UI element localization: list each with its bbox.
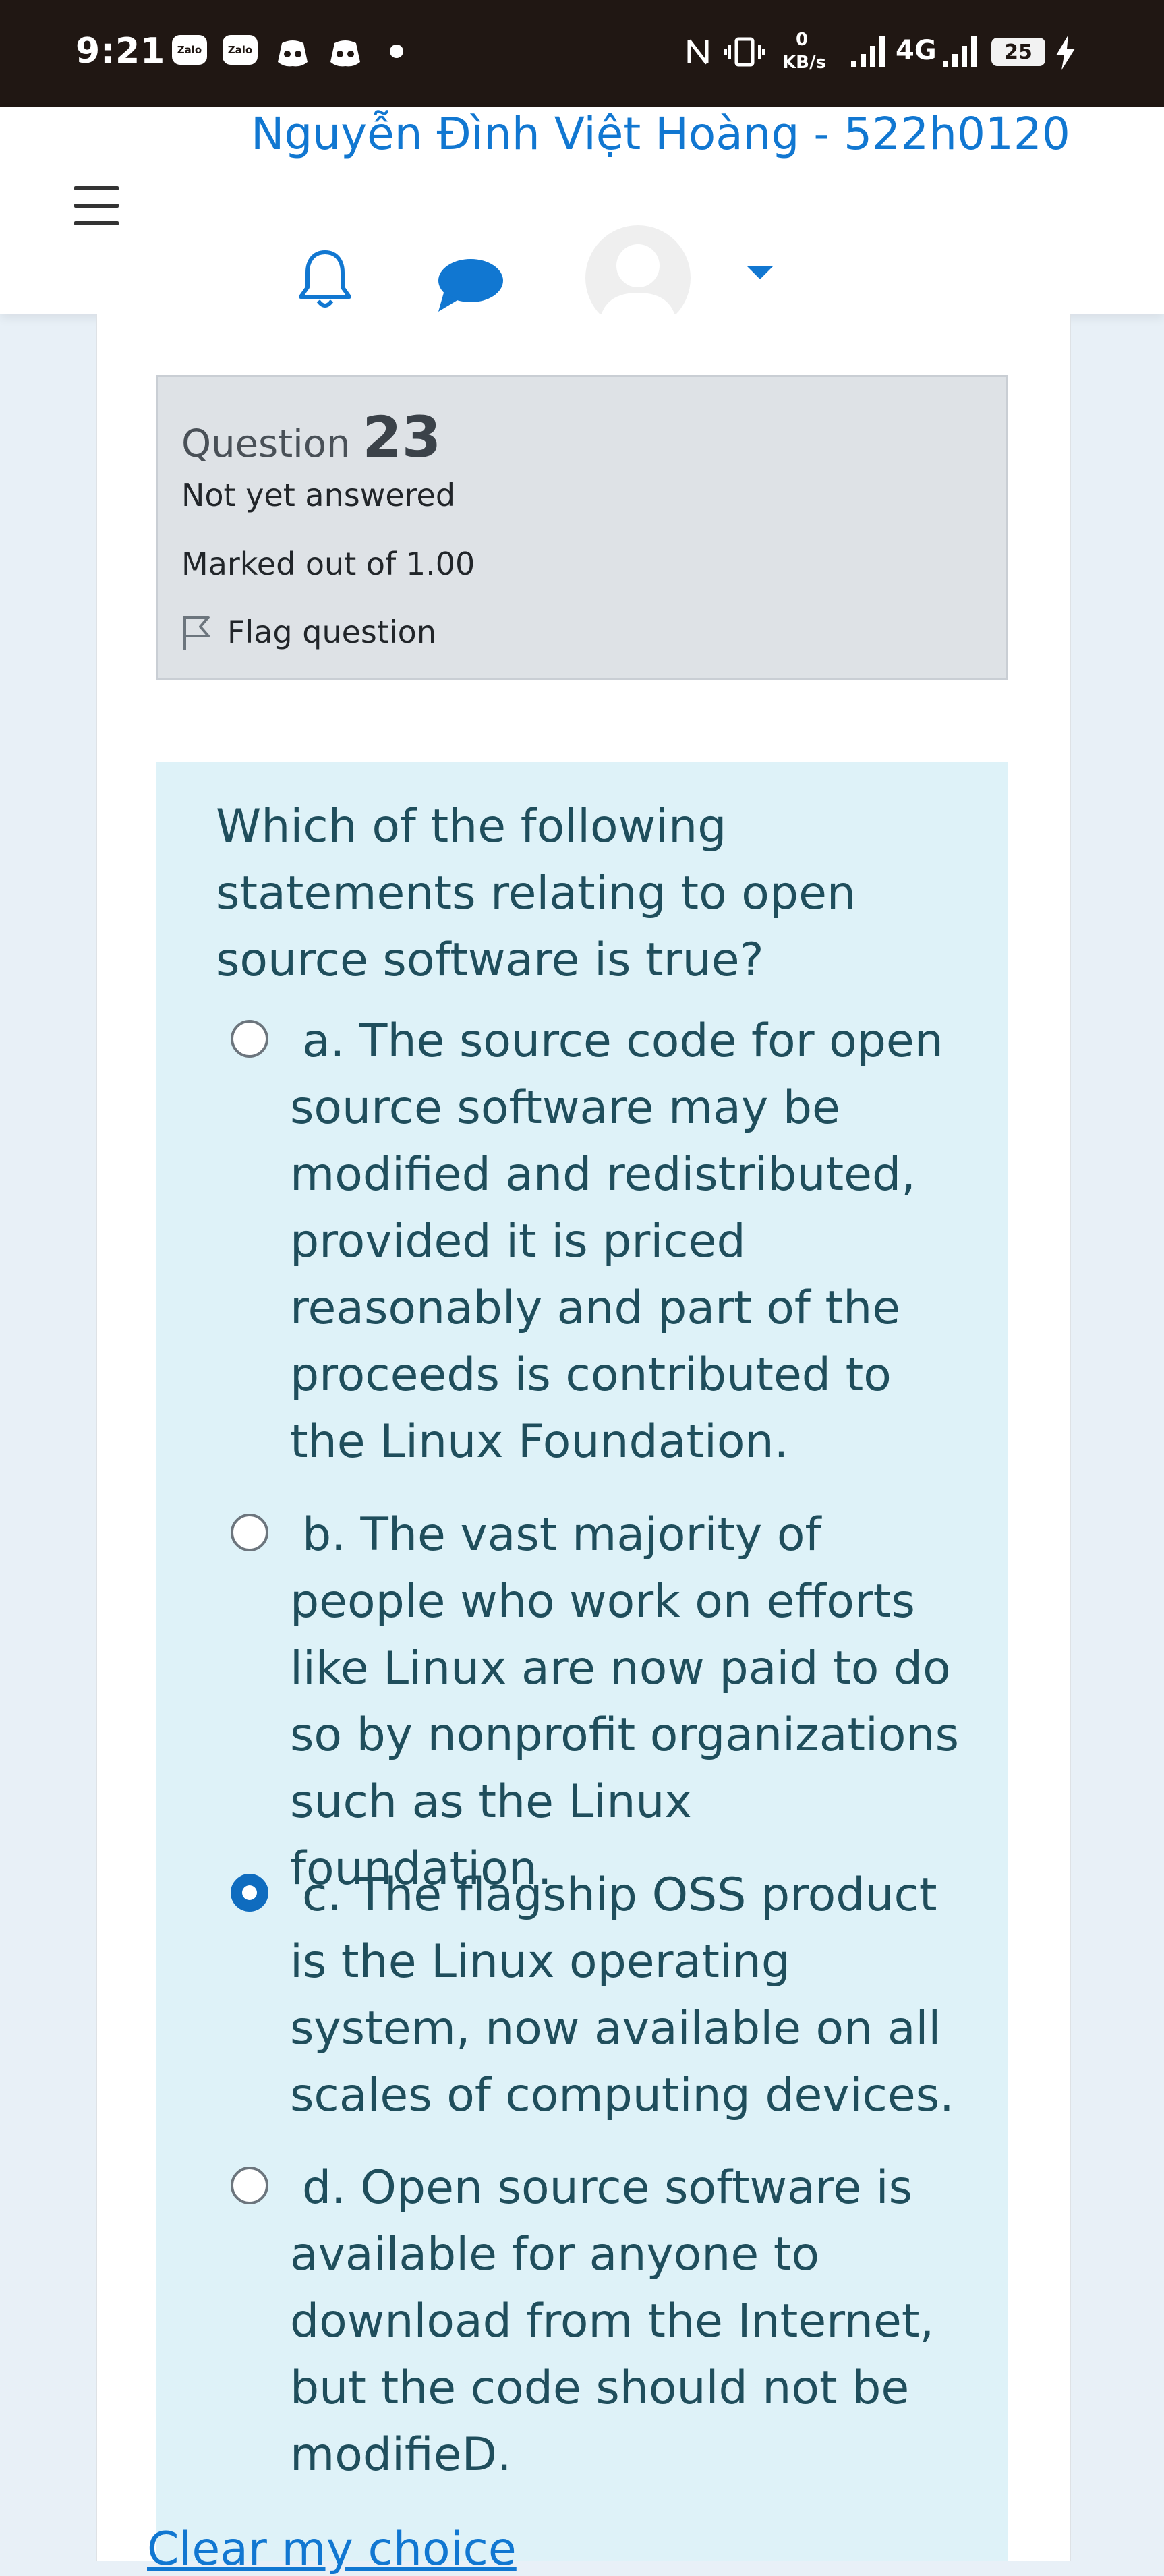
menu-icon[interactable] <box>74 186 119 225</box>
status-bar: 9:21 Zalo Zalo 0 KB/s 4G 25 <box>0 0 1164 107</box>
chat-icon[interactable] <box>434 256 504 314</box>
battery-icon: 25 <box>991 38 1045 66</box>
net-speed-value: 0 <box>796 30 809 50</box>
discord-icon <box>330 40 360 67</box>
net-speed-unit: KB/s <box>782 53 826 73</box>
dot-icon <box>390 45 403 58</box>
question-state: Not yet answered <box>181 477 456 513</box>
signal-icon <box>943 36 977 67</box>
signal-icon <box>851 36 885 67</box>
discord-icon <box>278 40 308 67</box>
charging-icon <box>1056 35 1075 70</box>
question-info-panel: Question 23 Not yet answered Marked out … <box>156 375 1008 680</box>
zalo-icon: Zalo <box>223 35 258 65</box>
radio-button[interactable] <box>231 1020 268 1058</box>
vibrate-icon <box>724 37 765 67</box>
answer-label: d. Open source software is available for… <box>290 2161 935 2482</box>
radio-button-selected[interactable] <box>231 1874 268 1912</box>
user-name[interactable]: Nguyễn Đình Việt Hoàng - 522h0120 <box>251 108 1070 160</box>
flag-question-button[interactable]: Flag question <box>181 613 436 651</box>
answer-label: c. The flagship OSS product is the Linux… <box>290 1868 954 2122</box>
answer-label: b. The vast majority of people who work … <box>290 1508 960 1895</box>
zalo-icon: Zalo <box>172 35 207 65</box>
bell-icon[interactable] <box>297 248 353 310</box>
clock: 9:21 <box>76 31 166 71</box>
question-number: Question 23 <box>181 404 442 470</box>
question-body: Which of the following statements relati… <box>156 762 1008 2561</box>
network-type: 4G <box>896 35 937 66</box>
radio-button[interactable] <box>231 1514 268 1551</box>
radio-button[interactable] <box>231 2167 268 2204</box>
question-grade: Marked out of 1.00 <box>181 546 475 582</box>
clear-choice-link[interactable]: Clear my choice <box>147 2523 517 2576</box>
answer-label: a. The source code for open source softw… <box>290 1014 943 1468</box>
nfc-icon <box>687 39 709 65</box>
flag-icon <box>183 616 210 650</box>
caret-down-icon[interactable] <box>747 266 774 279</box>
question-text: Which of the following statements relati… <box>216 800 856 987</box>
